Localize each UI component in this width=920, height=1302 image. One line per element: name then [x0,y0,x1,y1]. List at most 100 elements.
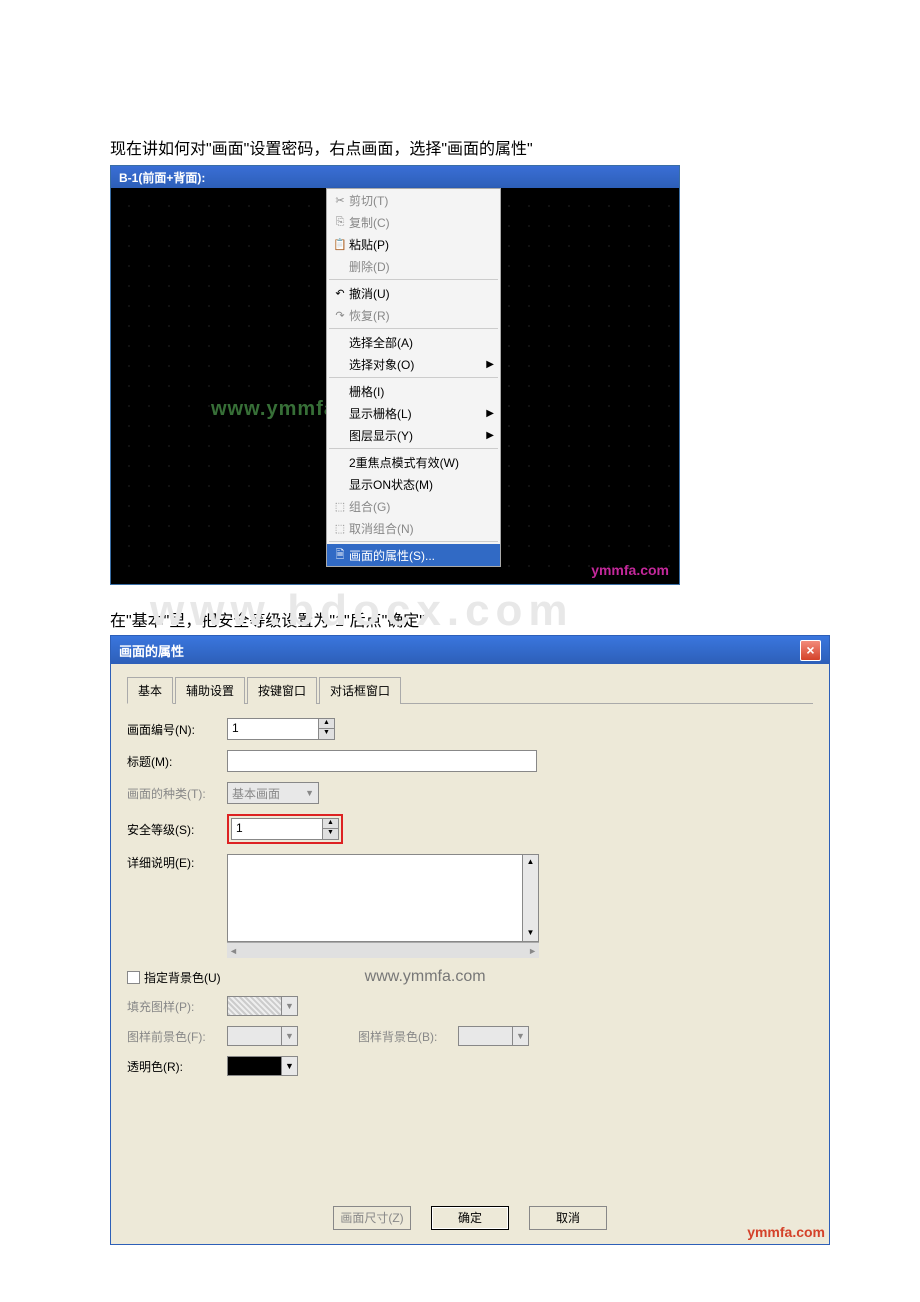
scroll-right-icon[interactable]: ► [528,946,537,956]
menu-paste[interactable]: 📋粘贴(P) [327,233,500,255]
close-icon: × [806,642,814,658]
row-screen-no: 画面编号(N): 1 ▲ ▼ [127,718,813,740]
row-screen-type: 画面的种类(T): 基本画面 ▼ [127,782,813,804]
menu-screen-properties-label: 画面的属性(S)... [349,547,494,564]
scroll-down-icon[interactable]: ▼ [523,926,538,941]
label-fill-pattern: 填充图样(P): [127,998,227,1015]
trans-color-dropdown[interactable]: ▼ [282,1056,298,1076]
menu-ungroup-label: 取消组合(N) [349,520,494,537]
menu-double-focus[interactable]: 2重焦点模式有效(W) [327,451,500,473]
detail-h-scrollbar[interactable]: ◄ ► [227,942,539,958]
dialog-footer: 画面尺寸(Z) 确定 取消 [127,1196,813,1230]
menu-layer-show-label: 图层显示(Y) [349,427,486,444]
screen-no-spinner[interactable]: 1 ▲ ▼ [227,718,335,740]
menu-group[interactable]: ⬚组合(G) [327,495,500,517]
security-spinner-buttons[interactable]: ▲ ▼ [323,818,339,840]
ungroup-icon: ⬚ [331,522,349,535]
screenshot-editor: B-1(前面+背面): www.ymmfa.com ✂剪切(T) ⎘复制(C) … [110,165,680,585]
dropdown-arrow-icon: ▼ [305,788,314,798]
spin-up-icon[interactable]: ▲ [319,719,334,729]
cut-icon: ✂ [331,194,349,207]
page-watermark: www.bdocx.com [150,586,574,636]
caption-input[interactable] [227,750,537,772]
menu-double-focus-label: 2重焦点模式有效(W) [349,454,494,471]
security-level-input[interactable]: 1 [231,818,323,840]
menu-grid[interactable]: 栅格(I) [327,380,500,402]
label-caption: 标题(M): [127,753,227,770]
menu-redo-label: 恢复(R) [349,307,494,324]
trans-color-swatch[interactable] [227,1056,282,1076]
spec-bg-checkbox[interactable] [127,971,140,984]
spin-up-icon[interactable]: ▲ [323,819,338,829]
row-caption: 标题(M): [127,750,813,772]
security-level-spinner[interactable]: 1 ▲ ▼ [231,818,339,840]
label-security-level: 安全等级(S): [127,821,227,838]
menu-copy[interactable]: ⎘复制(C) [327,211,500,233]
screen-no-spinner-buttons[interactable]: ▲ ▼ [319,718,335,740]
editor-title: B-1(前面+背面): [119,169,205,186]
properties-dialog: 画面的属性 × 基本 辅助设置 按键窗口 对话框窗口 画面编号(N): 1 ▲ … [110,635,830,1245]
tab-basic[interactable]: 基本 [127,677,173,704]
security-level-highlight: 1 ▲ ▼ [227,814,343,844]
dialog-watermark: www.ymmfa.com [365,968,486,986]
label-detail: 详细说明(E): [127,854,227,871]
menu-layer-show[interactable]: 图层显示(Y)▶ [327,424,500,446]
menu-grid-label: 栅格(I) [349,383,494,400]
scroll-left-icon[interactable]: ◄ [229,946,238,956]
menu-select-object-label: 选择对象(O) [349,356,486,373]
dialog-titlebar: 画面的属性 × [111,636,829,664]
menu-ungroup[interactable]: ⬚取消组合(N) [327,517,500,539]
detail-scrollbar[interactable]: ▲ ▼ [523,854,539,942]
submenu-arrow-icon: ▶ [486,359,494,370]
menu-show-grid[interactable]: 显示栅格(L)▶ [327,402,500,424]
menu-screen-properties[interactable]: 🗎画面的属性(S)... [327,544,500,566]
menu-cut[interactable]: ✂剪切(T) [327,189,500,211]
label-screen-type: 画面的种类(T): [127,785,227,802]
copy-icon: ⎘ [331,216,349,229]
scroll-up-icon[interactable]: ▲ [523,855,538,870]
close-button[interactable]: × [800,640,821,661]
editor-canvas[interactable]: www.ymmfa.com ✂剪切(T) ⎘复制(C) 📋粘贴(P) 删除(D)… [111,188,679,584]
undo-icon: ↶ [331,287,349,300]
label-screen-no: 画面编号(N): [127,721,227,738]
screen-no-input[interactable]: 1 [227,718,319,740]
menu-undo[interactable]: ↶撤消(U) [327,282,500,304]
label-fg-color: 图样前景色(F): [127,1028,227,1045]
menu-select-all[interactable]: 选择全部(A) [327,331,500,353]
menu-select-object[interactable]: 选择对象(O)▶ [327,353,500,375]
menu-copy-label: 复制(C) [349,214,494,231]
menu-separator [329,448,498,449]
tab-dlgwin[interactable]: 对话框窗口 [319,677,401,704]
screen-type-combo: 基本画面 ▼ [227,782,319,804]
dialog-corner-watermark: ymmfa.com [747,1224,825,1240]
paste-icon: 📋 [331,238,349,251]
menu-undo-label: 撤消(U) [349,285,494,302]
bg-color-swatch [458,1026,513,1046]
detail-textarea[interactable] [227,854,523,942]
cancel-button[interactable]: 取消 [529,1206,607,1230]
menu-redo[interactable]: ↷恢复(R) [327,304,500,326]
ok-button[interactable]: 确定 [431,1206,509,1230]
properties-icon: 🗎 [331,546,349,565]
fg-color-dropdown: ▼ [282,1026,298,1046]
context-menu: ✂剪切(T) ⎘复制(C) 📋粘贴(P) 删除(D) ↶撤消(U) ↷恢复(R)… [326,188,501,567]
menu-delete[interactable]: 删除(D) [327,255,500,277]
menu-separator [329,328,498,329]
menu-separator [329,279,498,280]
tab-keywin[interactable]: 按键窗口 [247,677,317,704]
screen-size-button: 画面尺寸(Z) [333,1206,411,1230]
row-trans-color: 透明色(R): ▼ [127,1056,813,1076]
spin-down-icon[interactable]: ▼ [323,829,338,839]
fill-pattern-swatch [227,996,282,1016]
menu-show-on[interactable]: 显示ON状态(M) [327,473,500,495]
menu-group-label: 组合(G) [349,498,494,515]
label-spec-bg: 指定背景色(U) [144,969,221,986]
row-security-level: 安全等级(S): 1 ▲ ▼ [127,814,813,844]
fg-color-swatch [227,1026,282,1046]
menu-paste-label: 粘贴(P) [349,236,494,253]
tab-aux[interactable]: 辅助设置 [175,677,245,704]
row-fill-pattern: 填充图样(P): ▼ [127,996,813,1016]
menu-delete-label: 删除(D) [349,258,494,275]
row-spec-bg: 指定背景色(U) www.ymmfa.com [127,968,813,986]
spin-down-icon[interactable]: ▼ [319,729,334,739]
